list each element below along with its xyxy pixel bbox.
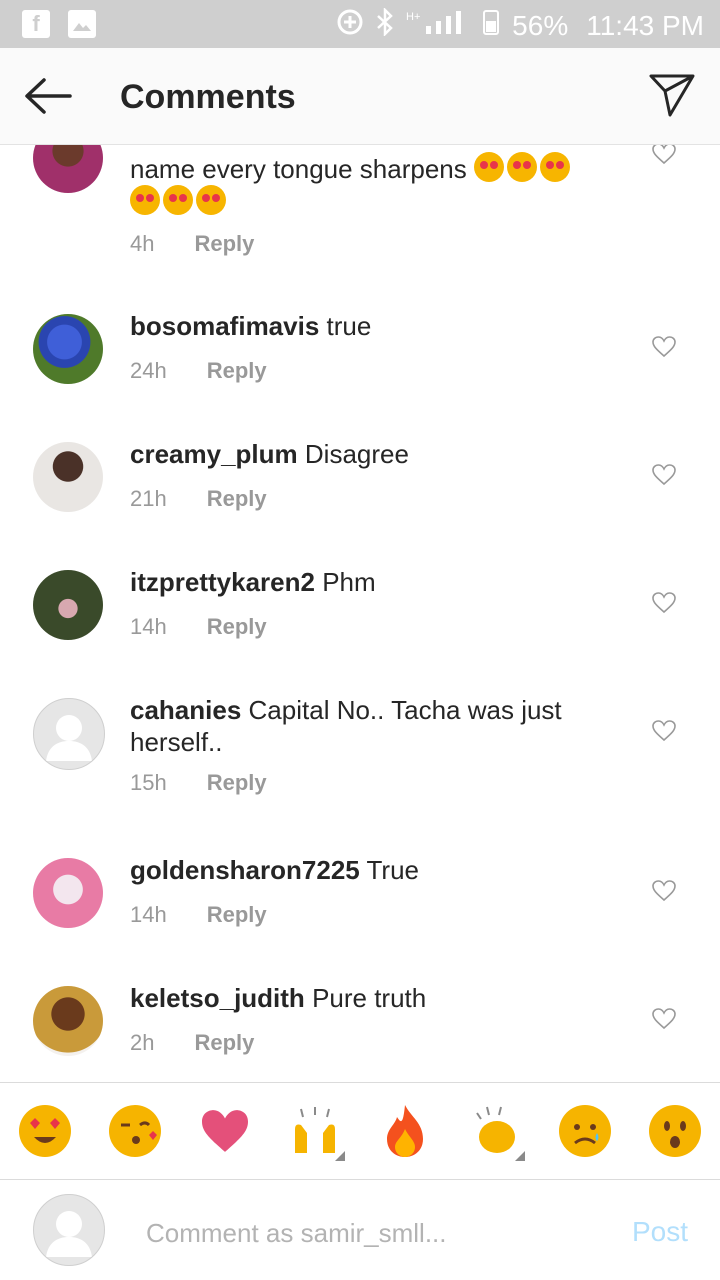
reply-button[interactable]: Reply	[207, 614, 267, 640]
comment-time: 14h	[130, 614, 167, 639]
signal-icon: H+	[406, 8, 470, 43]
reply-button[interactable]: Reply	[207, 770, 267, 796]
raised-hands-emoji-button[interactable]	[287, 1103, 345, 1161]
username[interactable]: itzprettykaren2	[130, 567, 315, 597]
reply-button[interactable]: Reply	[194, 1030, 254, 1056]
surprised-face-emoji-button[interactable]	[647, 1103, 703, 1159]
username[interactable]: cahanies	[130, 695, 241, 725]
comment-time: 2h	[130, 1030, 155, 1055]
like-heart-icon[interactable]	[652, 720, 676, 742]
comment-meta: 4h Reply	[130, 231, 254, 257]
status-bar: f H+ 56% 11:43 PM	[0, 0, 720, 48]
comment-meta: 15h Reply	[130, 770, 267, 796]
like-heart-icon[interactable]	[652, 880, 676, 902]
my-avatar	[33, 1194, 105, 1266]
reply-button[interactable]: Reply	[194, 231, 254, 257]
avatar[interactable]	[33, 314, 103, 384]
default-avatar[interactable]	[33, 698, 105, 770]
bluetooth-icon	[376, 6, 394, 43]
fire-emoji-button[interactable]	[377, 1103, 433, 1159]
comment-text: keletso_judith Pure truth	[130, 983, 427, 1013]
emoji-quick-bar	[0, 1083, 720, 1179]
post-button[interactable]: Post	[632, 1216, 688, 1248]
comment-text: cahanies Capital No.. Tacha was just her…	[130, 695, 562, 757]
username[interactable]: keletso_judith	[130, 983, 305, 1013]
clock: 11:43 PM	[586, 9, 704, 41]
comment-text: itzprettykaren2 Phm	[130, 567, 376, 597]
comment-meta: 14h Reply	[130, 614, 267, 640]
comment-time: 15h	[130, 770, 167, 795]
like-heart-icon[interactable]	[652, 145, 676, 165]
comment-time: 24h	[130, 358, 167, 383]
battery-icon	[482, 8, 500, 43]
heart-eyes-emoji	[163, 185, 193, 215]
data-saver-icon	[336, 8, 364, 43]
heart-eyes-emoji	[540, 152, 571, 182]
comment-meta: 24h Reply	[130, 358, 267, 384]
heart-eyes-emoji	[196, 185, 226, 215]
facebook-icon: f	[22, 10, 50, 38]
like-heart-icon[interactable]	[652, 1008, 676, 1030]
reply-button[interactable]: Reply	[207, 486, 267, 512]
reply-button[interactable]: Reply	[207, 358, 267, 384]
comment-time: 14h	[130, 902, 167, 927]
like-heart-icon[interactable]	[652, 592, 676, 614]
comment-text: creamy_plum Disagree	[130, 439, 409, 469]
comment-text: bosomafimavis true	[130, 311, 372, 341]
reply-button[interactable]: Reply	[207, 902, 267, 928]
username[interactable]: creamy_plum	[130, 439, 298, 469]
comment-text: name every tongue sharpens	[130, 152, 610, 218]
avatar[interactable]	[33, 858, 103, 928]
variant-indicator	[515, 1151, 525, 1161]
heart-eyes-emoji	[507, 152, 538, 182]
avatar[interactable]	[33, 570, 103, 640]
direct-send-icon[interactable]	[648, 72, 696, 118]
page-title: Comments	[120, 78, 296, 116]
back-arrow-icon[interactable]	[22, 76, 74, 116]
heart-eyes-emoji	[130, 185, 160, 215]
avatar[interactable]	[33, 145, 103, 193]
red-heart-emoji-button[interactable]	[197, 1103, 253, 1159]
comment-meta: 21h Reply	[130, 486, 267, 512]
gallery-icon	[68, 10, 96, 38]
app-bar: Comments	[0, 48, 720, 145]
comment-meta: 2h Reply	[130, 1030, 254, 1056]
comment-meta: 14h Reply	[130, 902, 267, 928]
username[interactable]: bosomafimavis	[130, 311, 319, 341]
heart-eyes-emoji-button[interactable]	[17, 1103, 73, 1159]
like-heart-icon[interactable]	[652, 336, 676, 358]
username[interactable]: goldensharon7225	[130, 855, 360, 885]
sad-face-emoji-button[interactable]	[557, 1103, 613, 1159]
variant-indicator	[335, 1151, 345, 1161]
battery-percent: 56%	[512, 9, 569, 41]
clapping-hands-emoji-button[interactable]	[467, 1103, 525, 1161]
avatar[interactable]	[33, 442, 103, 512]
comment-input[interactable]	[144, 1212, 568, 1254]
comment-text: goldensharon7225 True	[130, 855, 419, 885]
like-heart-icon[interactable]	[652, 464, 676, 486]
comment-composer: Post	[0, 1180, 720, 1280]
comment-list[interactable]: name every tongue sharpens 4h Reply boso…	[0, 145, 720, 1080]
kissing-heart-emoji-button[interactable]	[107, 1103, 163, 1159]
svg-text:H+: H+	[406, 11, 420, 23]
heart-eyes-emoji	[474, 152, 505, 182]
comment-time: 4h	[130, 231, 155, 256]
avatar[interactable]	[33, 986, 103, 1056]
comment-time: 21h	[130, 486, 167, 511]
